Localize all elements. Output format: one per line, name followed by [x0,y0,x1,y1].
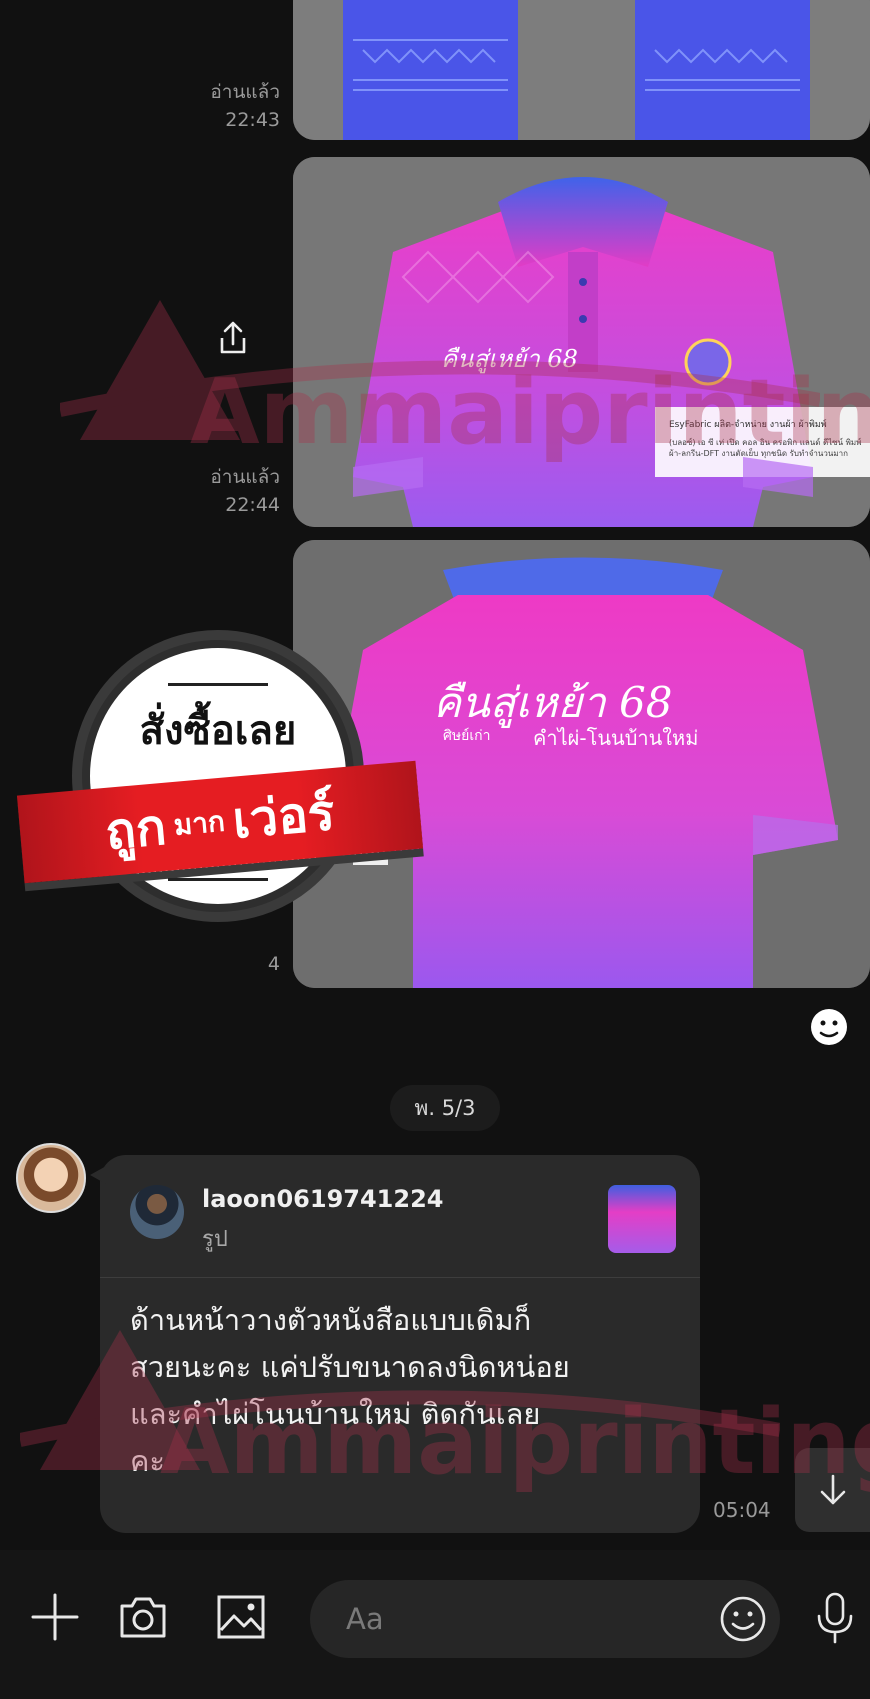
promo-badge: สั่งซื้อเลย ถูก มาก เว่อร์ [10,630,424,970]
message-line: คะ [130,1444,165,1478]
shirt-front-image[interactable]: คืนสู่เหย้า 68 EsyFabric ผลิต-จำหน่าย งา… [293,157,870,527]
sender-avatar[interactable] [16,1143,86,1213]
message-time: 22:44 [225,494,280,516]
message-input[interactable] [310,1580,780,1658]
mic-icon[interactable] [810,1590,860,1646]
read-receipt: อ่านแล้ว [210,81,280,103]
promo-divider-bottom [168,878,268,881]
message-line: สวยนะคะ แค่ปรับขนาดลงนิดหน่อย [130,1350,570,1384]
shirt-hem-graphic [293,0,870,140]
message-input-bar [0,1550,870,1699]
image-icon[interactable] [214,1590,268,1644]
incoming-message-bubble[interactable]: laoon0619741224 รูป ด้านหน้าวางตัวหนังสื… [90,1155,700,1533]
arrow-down-icon [820,1474,845,1505]
promo-divider-top [168,683,268,686]
fabric-tag-brand: EsyFabric ผลิต-จำหน่าย งานผ้า ผ้าพิมพ์ [669,420,827,430]
camera-icon[interactable] [116,1590,170,1644]
fabric-tag-line: (บลอซ์) เอ ซี เท่ เปิด คอล อิน ครอพิก แล… [669,438,862,458]
incoming-message-time: 05:04 [713,1498,771,1522]
message-meta-2: อ่านแล้ว 22:44 [210,463,280,519]
back-print-sub-left: ศิษย์เก่า [443,728,491,744]
scroll-to-bottom-button[interactable] [795,1448,870,1532]
shirt-front-graphic [293,157,870,527]
promo-ribbon-word-2: มาก [172,804,227,842]
reply-content-type: รูป [202,1227,228,1252]
front-print-text: คืนสู่เหย้า 68 [441,345,578,373]
reply-thumbnail [608,1185,676,1253]
promo-ribbon-word-1: ถูก [102,797,169,861]
message-time: 22:43 [225,109,280,131]
read-receipt: อ่านแล้ว [210,466,280,488]
reply-preview[interactable]: laoon0619741224 รูป [100,1155,700,1278]
promo-ribbon-word-3: เว่อร์ [230,782,337,850]
sticker-icon[interactable] [808,1006,850,1048]
share-icon[interactable] [213,318,253,358]
date-divider: พ. 5/3 [390,1085,500,1131]
message-text: ด้านหน้าวางตัวหนังสือแบบเดิมก็ สวยนะคะ แ… [130,1297,685,1485]
back-print-sub: คำไผ่-โนนบ้านใหม่ [533,726,699,750]
chat-area[interactable]: อ่านแล้ว 22:43 คืนสู่เหย้า 68 EsyFabric … [0,0,870,1550]
reply-avatar [130,1185,184,1239]
emoji-icon[interactable] [718,1594,768,1644]
reply-sender-name: laoon0619741224 [202,1185,444,1213]
plus-icon[interactable] [28,1590,82,1644]
message-line: ด้านหน้าวางตัวหนังสือแบบเดิมก็ [130,1303,532,1337]
message-meta-1: อ่านแล้ว 22:43 [210,78,280,134]
shirt-detail-image[interactable] [293,0,870,140]
message-line: และคำไผ่โนนบ้านใหม่ ติดกันเลย [130,1397,541,1431]
promo-headline: สั่งซื้อเลย [139,708,297,754]
